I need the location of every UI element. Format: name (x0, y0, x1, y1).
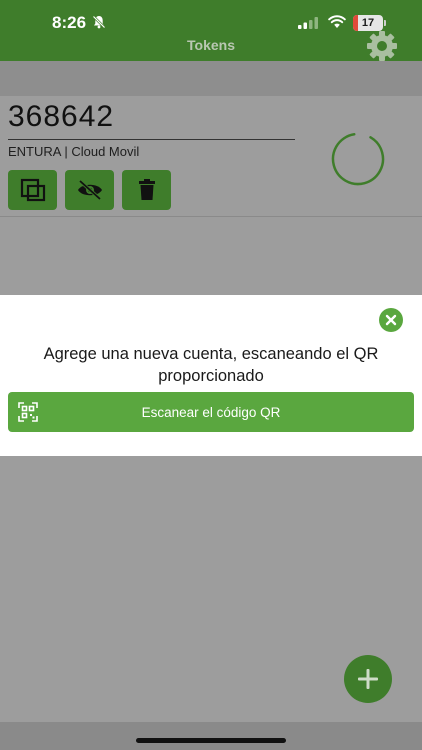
token-code[interactable]: 368642 (8, 100, 114, 134)
close-icon (385, 314, 397, 326)
page-title: Tokens (187, 37, 235, 53)
status-time: 8:26 (52, 13, 87, 32)
add-account-dialog: Agrege una nueva cuenta, escaneando el Q… (0, 295, 422, 456)
scan-qr-button-label: Escanear el código QR (141, 404, 281, 420)
wifi-icon (328, 15, 346, 28)
copy-icon (20, 178, 45, 202)
delete-button[interactable] (122, 170, 171, 210)
copy-button[interactable] (8, 170, 57, 210)
gear-icon[interactable] (366, 30, 398, 62)
add-account-button[interactable] (344, 655, 392, 703)
eye-slash-icon (77, 180, 102, 200)
home-indicator[interactable] (136, 738, 286, 743)
close-button[interactable] (379, 308, 403, 332)
bell-slash-icon (92, 15, 106, 29)
token-card: 368642 ENTURA | Cloud Movil (0, 96, 422, 217)
hide-code-button[interactable] (65, 170, 114, 210)
token-account-label: ENTURA | Cloud Movil (8, 144, 140, 159)
battery-nub (384, 20, 386, 26)
countdown-timer-icon (331, 132, 385, 186)
header-shadow-bar (0, 61, 422, 96)
dialog-message: Agrege una nueva cuenta, escaneando el Q… (43, 345, 379, 385)
bottom-bar (0, 722, 422, 750)
battery-icon: 17 (353, 15, 383, 31)
scan-qr-button[interactable]: Escanear el código QR (8, 392, 414, 432)
card-divider (0, 216, 422, 217)
battery-level: 17 (361, 17, 375, 29)
trash-icon (138, 179, 155, 200)
cellular-signal-icon (298, 17, 318, 29)
plus-icon (358, 669, 378, 689)
app-header: 8:26 17 Tokens (0, 0, 422, 61)
token-underline (8, 139, 295, 140)
